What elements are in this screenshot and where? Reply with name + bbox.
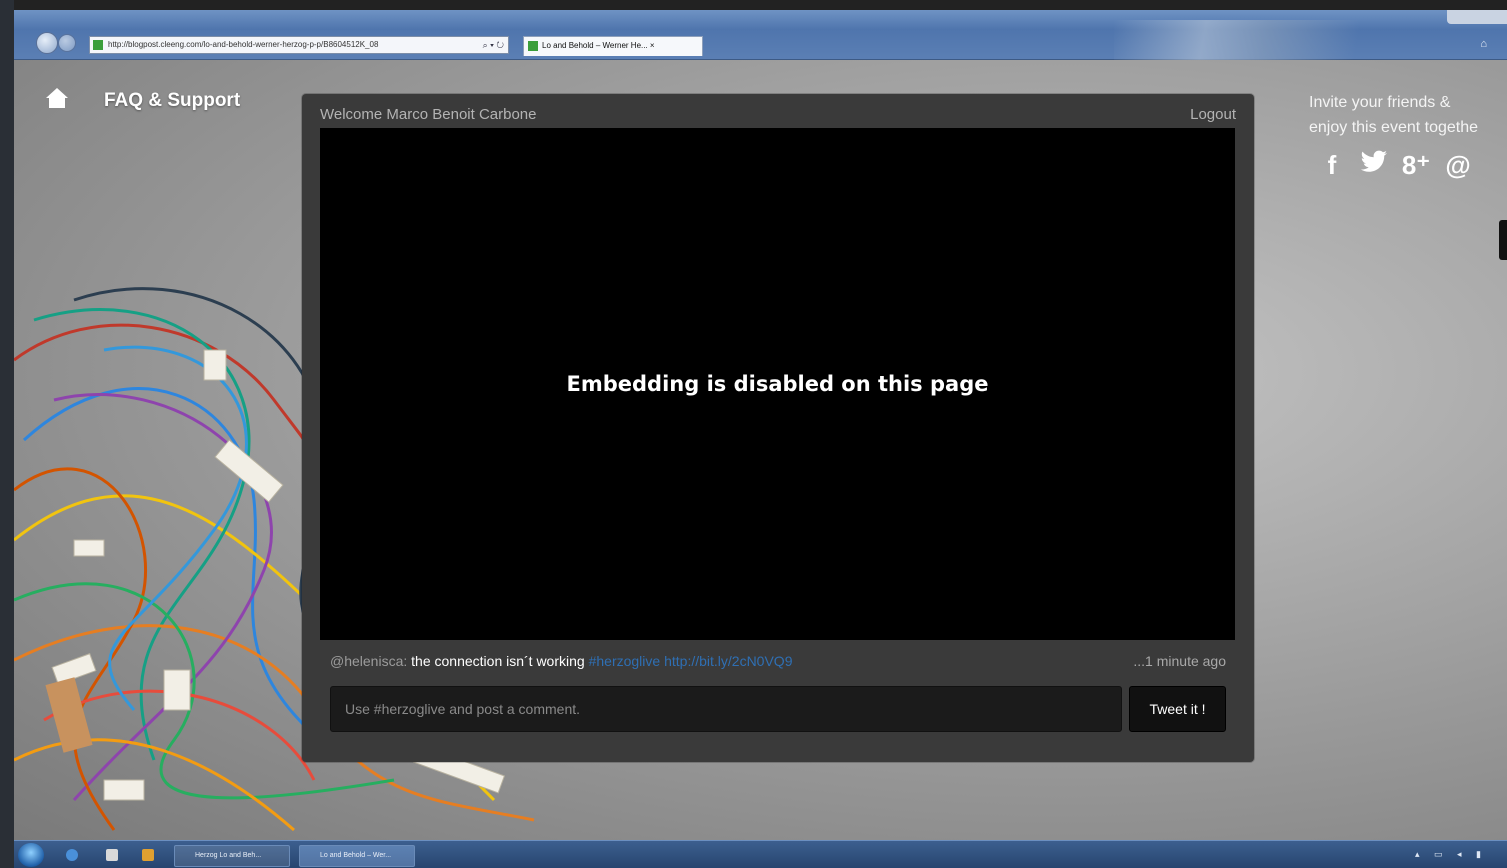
explorer-taskbar-icon[interactable] [106, 849, 118, 861]
screen-frame-top [0, 0, 1507, 10]
ie-taskbar-icon[interactable] [66, 849, 78, 861]
social-share-icons: f 8⁺ @ [1316, 150, 1474, 181]
start-button[interactable] [18, 843, 44, 867]
invite-line-2: enjoy this event togethe [1309, 119, 1479, 136]
embedding-disabled-message: Embedding is disabled on this page [566, 372, 989, 396]
facebook-icon[interactable]: f [1316, 150, 1348, 181]
tab-title: Lo and Behold – Werner He... × [542, 41, 655, 50]
taskbar-task-2[interactable]: Lo and Behold – Wer... [299, 845, 415, 867]
faq-support-link[interactable]: FAQ & Support [104, 90, 240, 112]
tweet-timestamp: ...1 minute ago [1133, 653, 1226, 669]
google-plus-icon[interactable]: 8⁺ [1400, 150, 1432, 181]
invite-line-1: Invite your friends & [1309, 94, 1451, 111]
media-taskbar-icon[interactable] [142, 849, 154, 861]
tweet-user[interactable]: @helenisca: [330, 653, 407, 669]
player-panel: Welcome Marco Benoit Carbone Logout Embe… [302, 94, 1254, 762]
logout-link[interactable]: Logout [1190, 106, 1236, 123]
page-content: FAQ & Support Invite your friends & enjo… [14, 60, 1507, 840]
comment-input[interactable] [330, 686, 1122, 732]
side-panel-handle[interactable] [1499, 220, 1507, 260]
forward-button[interactable] [58, 34, 76, 52]
screen-frame-left [0, 0, 14, 868]
address-tools[interactable]: ⌕ ▾ ↻ [483, 37, 504, 53]
address-bar[interactable]: http://blogpost.cleeng.com/lo-and-behold… [89, 36, 509, 54]
system-tray[interactable]: ▴ ▭ ◂ ▮ [1415, 849, 1487, 860]
twitter-icon[interactable] [1358, 150, 1390, 181]
invite-text: Invite your friends & enjoy this event t… [1309, 90, 1507, 140]
tweet-button[interactable]: Tweet it ! [1129, 686, 1226, 732]
taskbar-task-1[interactable]: Herzog Lo and Beh... [174, 845, 290, 867]
tweet-hashtag[interactable]: #herzoglive [589, 653, 661, 669]
welcome-message: Welcome Marco Benoit Carbone [320, 106, 537, 123]
home-icon[interactable] [44, 86, 70, 110]
video-player[interactable]: Embedding is disabled on this page [320, 128, 1235, 640]
back-button[interactable] [36, 32, 58, 54]
address-text: http://blogpost.cleeng.com/lo-and-behold… [108, 40, 379, 49]
taskbar: Herzog Lo and Beh... Lo and Behold – Wer… [14, 840, 1507, 868]
browser-home-icon[interactable]: ⌂ [1480, 38, 1487, 50]
tweet-link[interactable]: http://bit.ly/2cN0VQ9 [660, 653, 792, 669]
window-controls[interactable] [1447, 10, 1507, 24]
email-icon[interactable]: @ [1442, 150, 1474, 181]
tweet-text: the connection isn´t working [407, 653, 589, 669]
browser-tab[interactable]: Lo and Behold – Werner He... × [523, 36, 703, 56]
latest-tweet: @helenisca: the connection isn´t working… [330, 650, 1226, 672]
browser-toolbar: http://blogpost.cleeng.com/lo-and-behold… [14, 10, 1507, 70]
site-favicon-icon [93, 40, 103, 50]
tab-favicon-icon [528, 41, 538, 51]
